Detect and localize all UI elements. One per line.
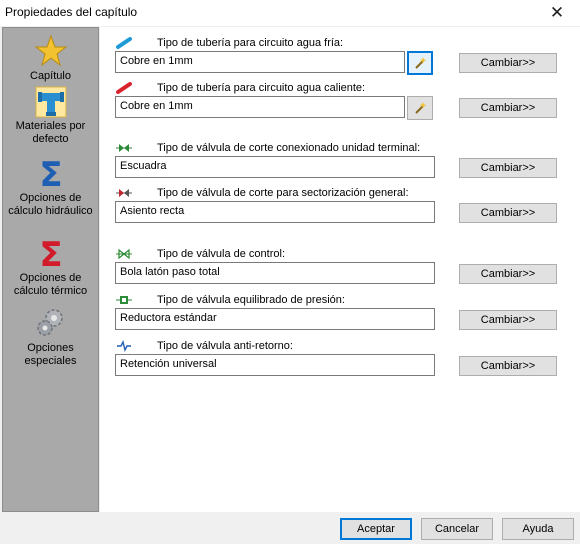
- sidebar-item-label: Opciones de cálculo térmico: [13, 272, 88, 297]
- caption: Tipo de tubería para circuito agua calie…: [157, 82, 366, 94]
- red-pipe-icon: [116, 82, 132, 94]
- change-button[interactable]: Cambiar>>: [459, 264, 557, 284]
- change-button[interactable]: Cambiar>>: [459, 203, 557, 223]
- valve-red-icon: [116, 189, 132, 197]
- caption: Tipo de tubería para circuito agua fría:: [157, 37, 344, 49]
- check-valve-icon: [117, 340, 131, 352]
- change-button[interactable]: Cambiar>>: [459, 356, 557, 376]
- select-button[interactable]: [407, 51, 433, 75]
- title-bar: Propiedades del capítulo ✕: [0, 0, 580, 26]
- wand-icon: [415, 102, 427, 114]
- close-button[interactable]: ✕: [534, 0, 580, 26]
- value-field[interactable]: Retención universal: [115, 354, 435, 376]
- sigma-red-icon: Σ: [39, 236, 62, 270]
- star-icon: [34, 34, 67, 67]
- value-field[interactable]: Reductora estándar: [115, 308, 435, 330]
- change-button[interactable]: Cambiar>>: [459, 98, 557, 118]
- accept-button[interactable]: Aceptar: [340, 518, 412, 540]
- sidebar: Capítulo Materiales por defecto Σ Opcion…: [2, 27, 99, 512]
- caption: Tipo de válvula de corte conexionado uni…: [157, 142, 421, 154]
- value-field[interactable]: Asiento recta: [115, 201, 435, 223]
- caption: Tipo de válvula de control:: [157, 248, 285, 260]
- svg-text:Σ: Σ: [39, 236, 62, 270]
- sidebar-item-calculo-termico[interactable]: Σ Opciones de cálculo térmico: [3, 236, 98, 298]
- gears-icon: [36, 309, 63, 336]
- sidebar-item-label: Opciones de cálculo hidráulico: [8, 192, 93, 217]
- change-button[interactable]: Cambiar>>: [459, 158, 557, 178]
- valve-balance-icon: [116, 296, 132, 304]
- cancel-button[interactable]: Cancelar: [421, 518, 493, 540]
- caption: Tipo de válvula de corte para sectorizac…: [157, 187, 409, 199]
- main-panel: Tipo de tubería para circuito agua fría:…: [100, 27, 580, 512]
- caption: Tipo de válvula anti-retorno:: [157, 340, 293, 352]
- sidebar-item-opciones-especiales[interactable]: Opciones especiales: [3, 306, 98, 368]
- window-title: Propiedades del capítulo: [5, 5, 138, 19]
- blue-pipe-icon: [116, 37, 132, 49]
- help-button[interactable]: Ayuda: [502, 518, 574, 540]
- valve-control-icon: [116, 248, 132, 260]
- value-field[interactable]: Cobre en 1mm: [115, 96, 405, 118]
- valve-green-icon: [116, 144, 132, 152]
- close-icon: ✕: [549, 3, 565, 22]
- change-button[interactable]: Cambiar>>: [459, 310, 557, 330]
- caption: Tipo de válvula equilibrado de presión:: [157, 294, 345, 306]
- sidebar-item-calculo-hidraulico[interactable]: Σ Opciones de cálculo hidráulico: [3, 156, 98, 218]
- change-button[interactable]: Cambiar>>: [459, 53, 557, 73]
- sidebar-item-label: Materiales por defecto: [15, 120, 86, 145]
- sidebar-item-materiales[interactable]: Materiales por defecto: [3, 84, 98, 146]
- pipe-fitting-icon: [35, 86, 66, 118]
- value-field[interactable]: Escuadra: [115, 156, 435, 178]
- sidebar-item-label: Opciones especiales: [24, 342, 77, 367]
- sigma-blue-icon: Σ: [39, 156, 62, 190]
- wand-icon: [415, 57, 427, 69]
- sidebar-item-label: Capítulo: [30, 70, 71, 82]
- value-field[interactable]: Cobre en 1mm: [115, 51, 405, 73]
- value-field[interactable]: Bola latón paso total: [115, 262, 435, 284]
- svg-text:Σ: Σ: [39, 156, 62, 190]
- select-button[interactable]: [407, 96, 433, 120]
- sidebar-item-capitulo[interactable]: Capítulo: [3, 34, 98, 83]
